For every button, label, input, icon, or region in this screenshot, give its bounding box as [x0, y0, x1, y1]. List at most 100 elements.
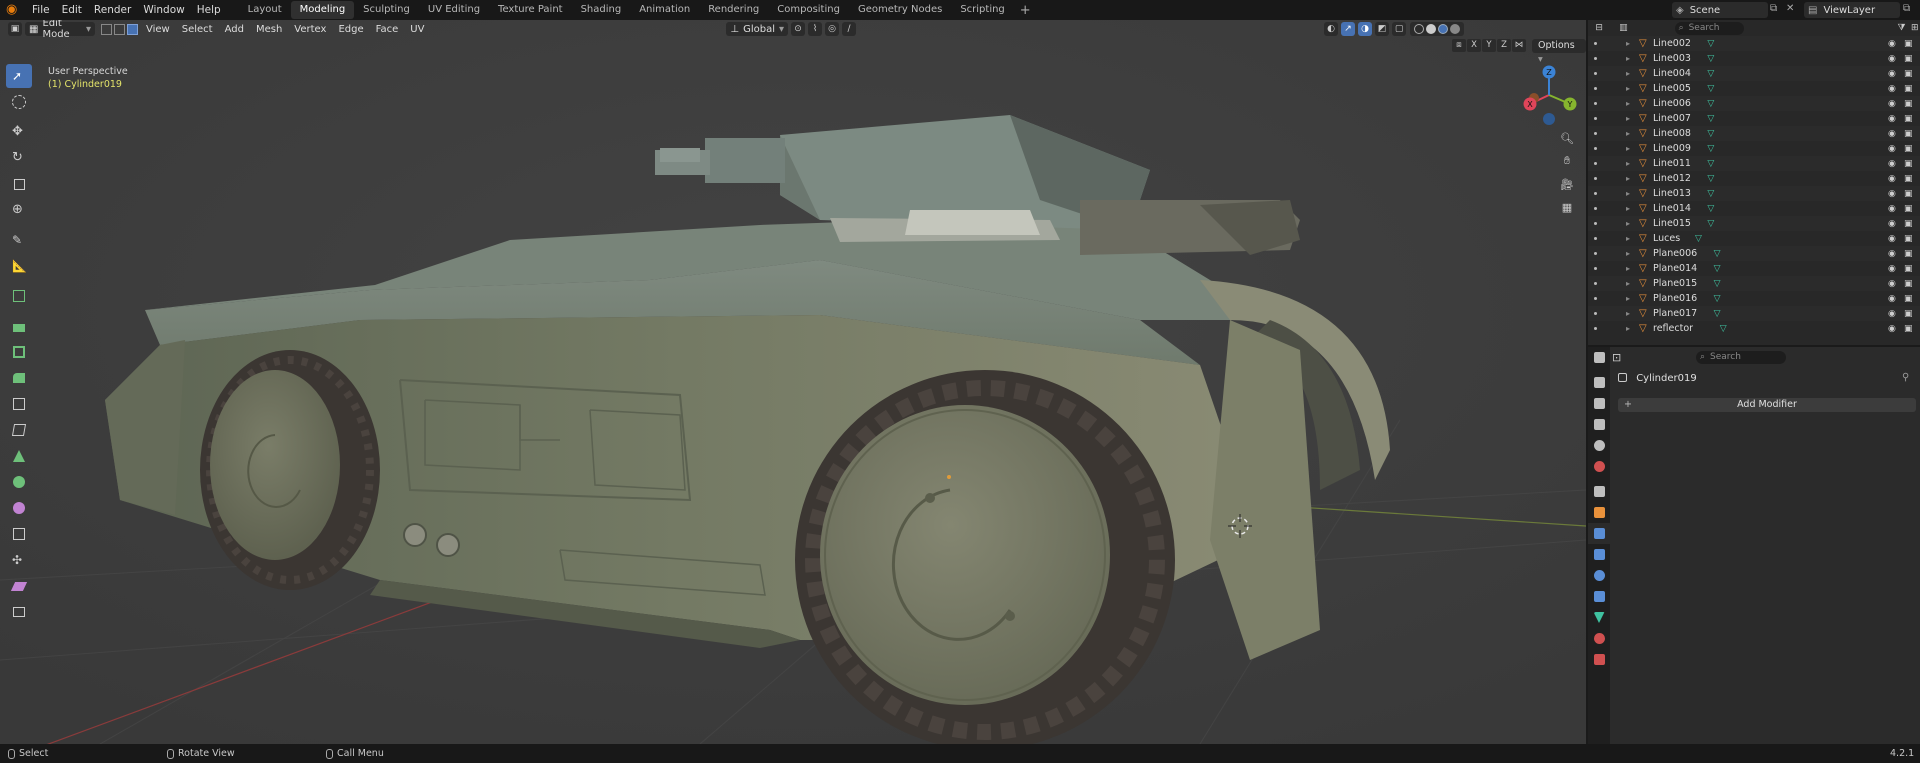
- tab-uv-editing[interactable]: UV Editing: [419, 1, 489, 19]
- expand-arrow-icon[interactable]: ▸: [1626, 174, 1630, 183]
- view-layer-tab[interactable]: [1588, 414, 1610, 435]
- overlay-toggle-icon[interactable]: ◑: [1358, 22, 1373, 36]
- mirror-x-button[interactable]: X: [1467, 39, 1481, 52]
- wireframe-shading-icon[interactable]: [1414, 24, 1425, 34]
- tab-scripting[interactable]: Scripting: [951, 1, 1013, 19]
- editor-type-icon[interactable]: ▣: [8, 22, 22, 36]
- render-camera-icon[interactable]: ▣: [1904, 54, 1913, 64]
- outliner-row[interactable]: ▸ ▽ Luces ▽ ◉ ▣: [1588, 231, 1920, 246]
- constraints-tab[interactable]: [1588, 586, 1610, 607]
- data-tab[interactable]: [1588, 607, 1610, 628]
- expand-arrow-icon[interactable]: ▸: [1626, 234, 1630, 243]
- tab-geometry-nodes[interactable]: Geometry Nodes: [849, 1, 951, 19]
- shear-tool[interactable]: [6, 574, 32, 598]
- select-box-tool[interactable]: ➚: [6, 64, 32, 88]
- new-scene-icon[interactable]: ⧉: [1770, 3, 1777, 14]
- bevel-tool[interactable]: [6, 366, 32, 390]
- render-camera-icon[interactable]: ▣: [1904, 174, 1913, 184]
- proportional-edit-icon[interactable]: ◎: [825, 22, 840, 36]
- outliner-row[interactable]: ▸ ▽ Line015 ▽ ◉ ▣: [1588, 216, 1920, 231]
- outliner-search-input[interactable]: ⌕ Search: [1674, 21, 1745, 35]
- eye-icon[interactable]: ◉: [1888, 249, 1896, 259]
- expand-arrow-icon[interactable]: ▸: [1626, 324, 1630, 333]
- render-camera-icon[interactable]: ▣: [1904, 264, 1913, 274]
- pan-hand-icon[interactable]: ✋︎: [1557, 151, 1577, 171]
- render-camera-icon[interactable]: ▣: [1904, 84, 1913, 94]
- expand-arrow-icon[interactable]: ▸: [1626, 189, 1630, 198]
- move-tool[interactable]: ✥: [6, 120, 32, 144]
- transform-tool[interactable]: ⊕: [6, 198, 32, 222]
- knife-tool[interactable]: [6, 418, 32, 442]
- tool-tab[interactable]: [1588, 347, 1610, 368]
- tab-shading[interactable]: Shading: [572, 1, 631, 19]
- visibility-icon[interactable]: ◐: [1324, 22, 1339, 36]
- blender-logo-icon[interactable]: ◉: [6, 3, 20, 17]
- expand-arrow-icon[interactable]: ▸: [1626, 309, 1630, 318]
- loop-cut-tool[interactable]: [6, 392, 32, 416]
- menu-select[interactable]: Select: [176, 24, 219, 35]
- texture-tab[interactable]: [1588, 649, 1610, 670]
- transform-orientation-selector[interactable]: ⊥ Global ▾: [726, 22, 789, 36]
- render-camera-icon[interactable]: ▣: [1904, 249, 1913, 259]
- render-camera-icon[interactable]: ▣: [1904, 144, 1913, 154]
- expand-arrow-icon[interactable]: ▸: [1626, 129, 1630, 138]
- outliner-row[interactable]: ▸ ▽ Line005 ▽ ◉ ▣: [1588, 81, 1920, 96]
- eye-icon[interactable]: ◉: [1888, 114, 1896, 124]
- outliner-row[interactable]: ▸ ▽ Plane017 ▽ ◉ ▣: [1588, 306, 1920, 321]
- falloff-icon[interactable]: ∕: [842, 22, 857, 36]
- shrink-fatten-tool[interactable]: ✣: [6, 548, 32, 572]
- outliner-row[interactable]: ▸ ▽ Line009 ▽ ◉ ▣: [1588, 141, 1920, 156]
- eye-icon[interactable]: ◉: [1888, 99, 1896, 109]
- eye-icon[interactable]: ◉: [1888, 39, 1896, 49]
- menu-add[interactable]: Add: [219, 24, 250, 35]
- expand-arrow-icon[interactable]: ▸: [1626, 69, 1630, 78]
- eye-icon[interactable]: ◉: [1888, 189, 1896, 199]
- expand-arrow-icon[interactable]: ▸: [1626, 279, 1630, 288]
- expand-arrow-icon[interactable]: ▸: [1626, 39, 1630, 48]
- expand-arrow-icon[interactable]: ▸: [1626, 84, 1630, 93]
- expand-arrow-icon[interactable]: ▸: [1626, 54, 1630, 63]
- scene-tab[interactable]: [1588, 435, 1610, 456]
- output-tab[interactable]: [1588, 393, 1610, 414]
- render-camera-icon[interactable]: ▣: [1904, 129, 1913, 139]
- cursor-tool[interactable]: [6, 90, 32, 114]
- auto-merge-icon[interactable]: ⋈: [1512, 39, 1526, 52]
- tab-texture-paint[interactable]: Texture Paint: [489, 1, 572, 19]
- render-tab[interactable]: [1588, 372, 1610, 393]
- menu-render[interactable]: Render: [88, 0, 137, 20]
- render-camera-icon[interactable]: ▣: [1904, 99, 1913, 109]
- render-camera-icon[interactable]: ▣: [1904, 39, 1913, 49]
- outliner-row[interactable]: ▸ ▽ Line008 ▽ ◉ ▣: [1588, 126, 1920, 141]
- expand-arrow-icon[interactable]: ▸: [1626, 159, 1630, 168]
- face-select-icon[interactable]: [127, 23, 138, 35]
- render-camera-icon[interactable]: ▣: [1904, 219, 1913, 229]
- menu-uv[interactable]: UV: [404, 24, 430, 35]
- outliner-row[interactable]: ▸ ▽ Line013 ▽ ◉ ▣: [1588, 186, 1920, 201]
- rendered-shading-icon[interactable]: [1450, 24, 1461, 34]
- eye-icon[interactable]: ◉: [1888, 279, 1896, 289]
- eye-icon[interactable]: ◉: [1888, 174, 1896, 184]
- render-camera-icon[interactable]: ▣: [1904, 204, 1913, 214]
- collection-tab[interactable]: [1588, 481, 1610, 502]
- vertex-select-icon[interactable]: [101, 23, 112, 35]
- menu-file[interactable]: File: [26, 0, 56, 20]
- outliner-row[interactable]: ▸ ▽ Line014 ▽ ◉ ▣: [1588, 201, 1920, 216]
- eye-icon[interactable]: ◉: [1888, 264, 1896, 274]
- outliner-row[interactable]: ▸ ▽ Line011 ▽ ◉ ▣: [1588, 156, 1920, 171]
- eye-icon[interactable]: ◉: [1888, 234, 1896, 244]
- navigation-gizmo[interactable]: X Y Z: [1514, 60, 1584, 130]
- render-camera-icon[interactable]: ▣: [1904, 69, 1913, 79]
- outliner-row[interactable]: ▸ ▽ Plane015 ▽ ◉ ▣: [1588, 276, 1920, 291]
- menu-edge[interactable]: Edge: [332, 24, 369, 35]
- outliner-row[interactable]: ▸ ▽ Plane014 ▽ ◉ ▣: [1588, 261, 1920, 276]
- xray-toggle-icon[interactable]: ▢: [1392, 22, 1407, 36]
- options-button[interactable]: Options ▾: [1532, 39, 1586, 65]
- particles-tab[interactable]: [1588, 544, 1610, 565]
- gizmo-neg-z[interactable]: [1543, 113, 1555, 125]
- expand-arrow-icon[interactable]: ▸: [1626, 99, 1630, 108]
- object-tab[interactable]: [1588, 502, 1610, 523]
- menu-view[interactable]: View: [140, 24, 176, 35]
- eye-icon[interactable]: ◉: [1888, 219, 1896, 229]
- expand-arrow-icon[interactable]: ▸: [1626, 219, 1630, 228]
- spin-tool[interactable]: [6, 470, 32, 494]
